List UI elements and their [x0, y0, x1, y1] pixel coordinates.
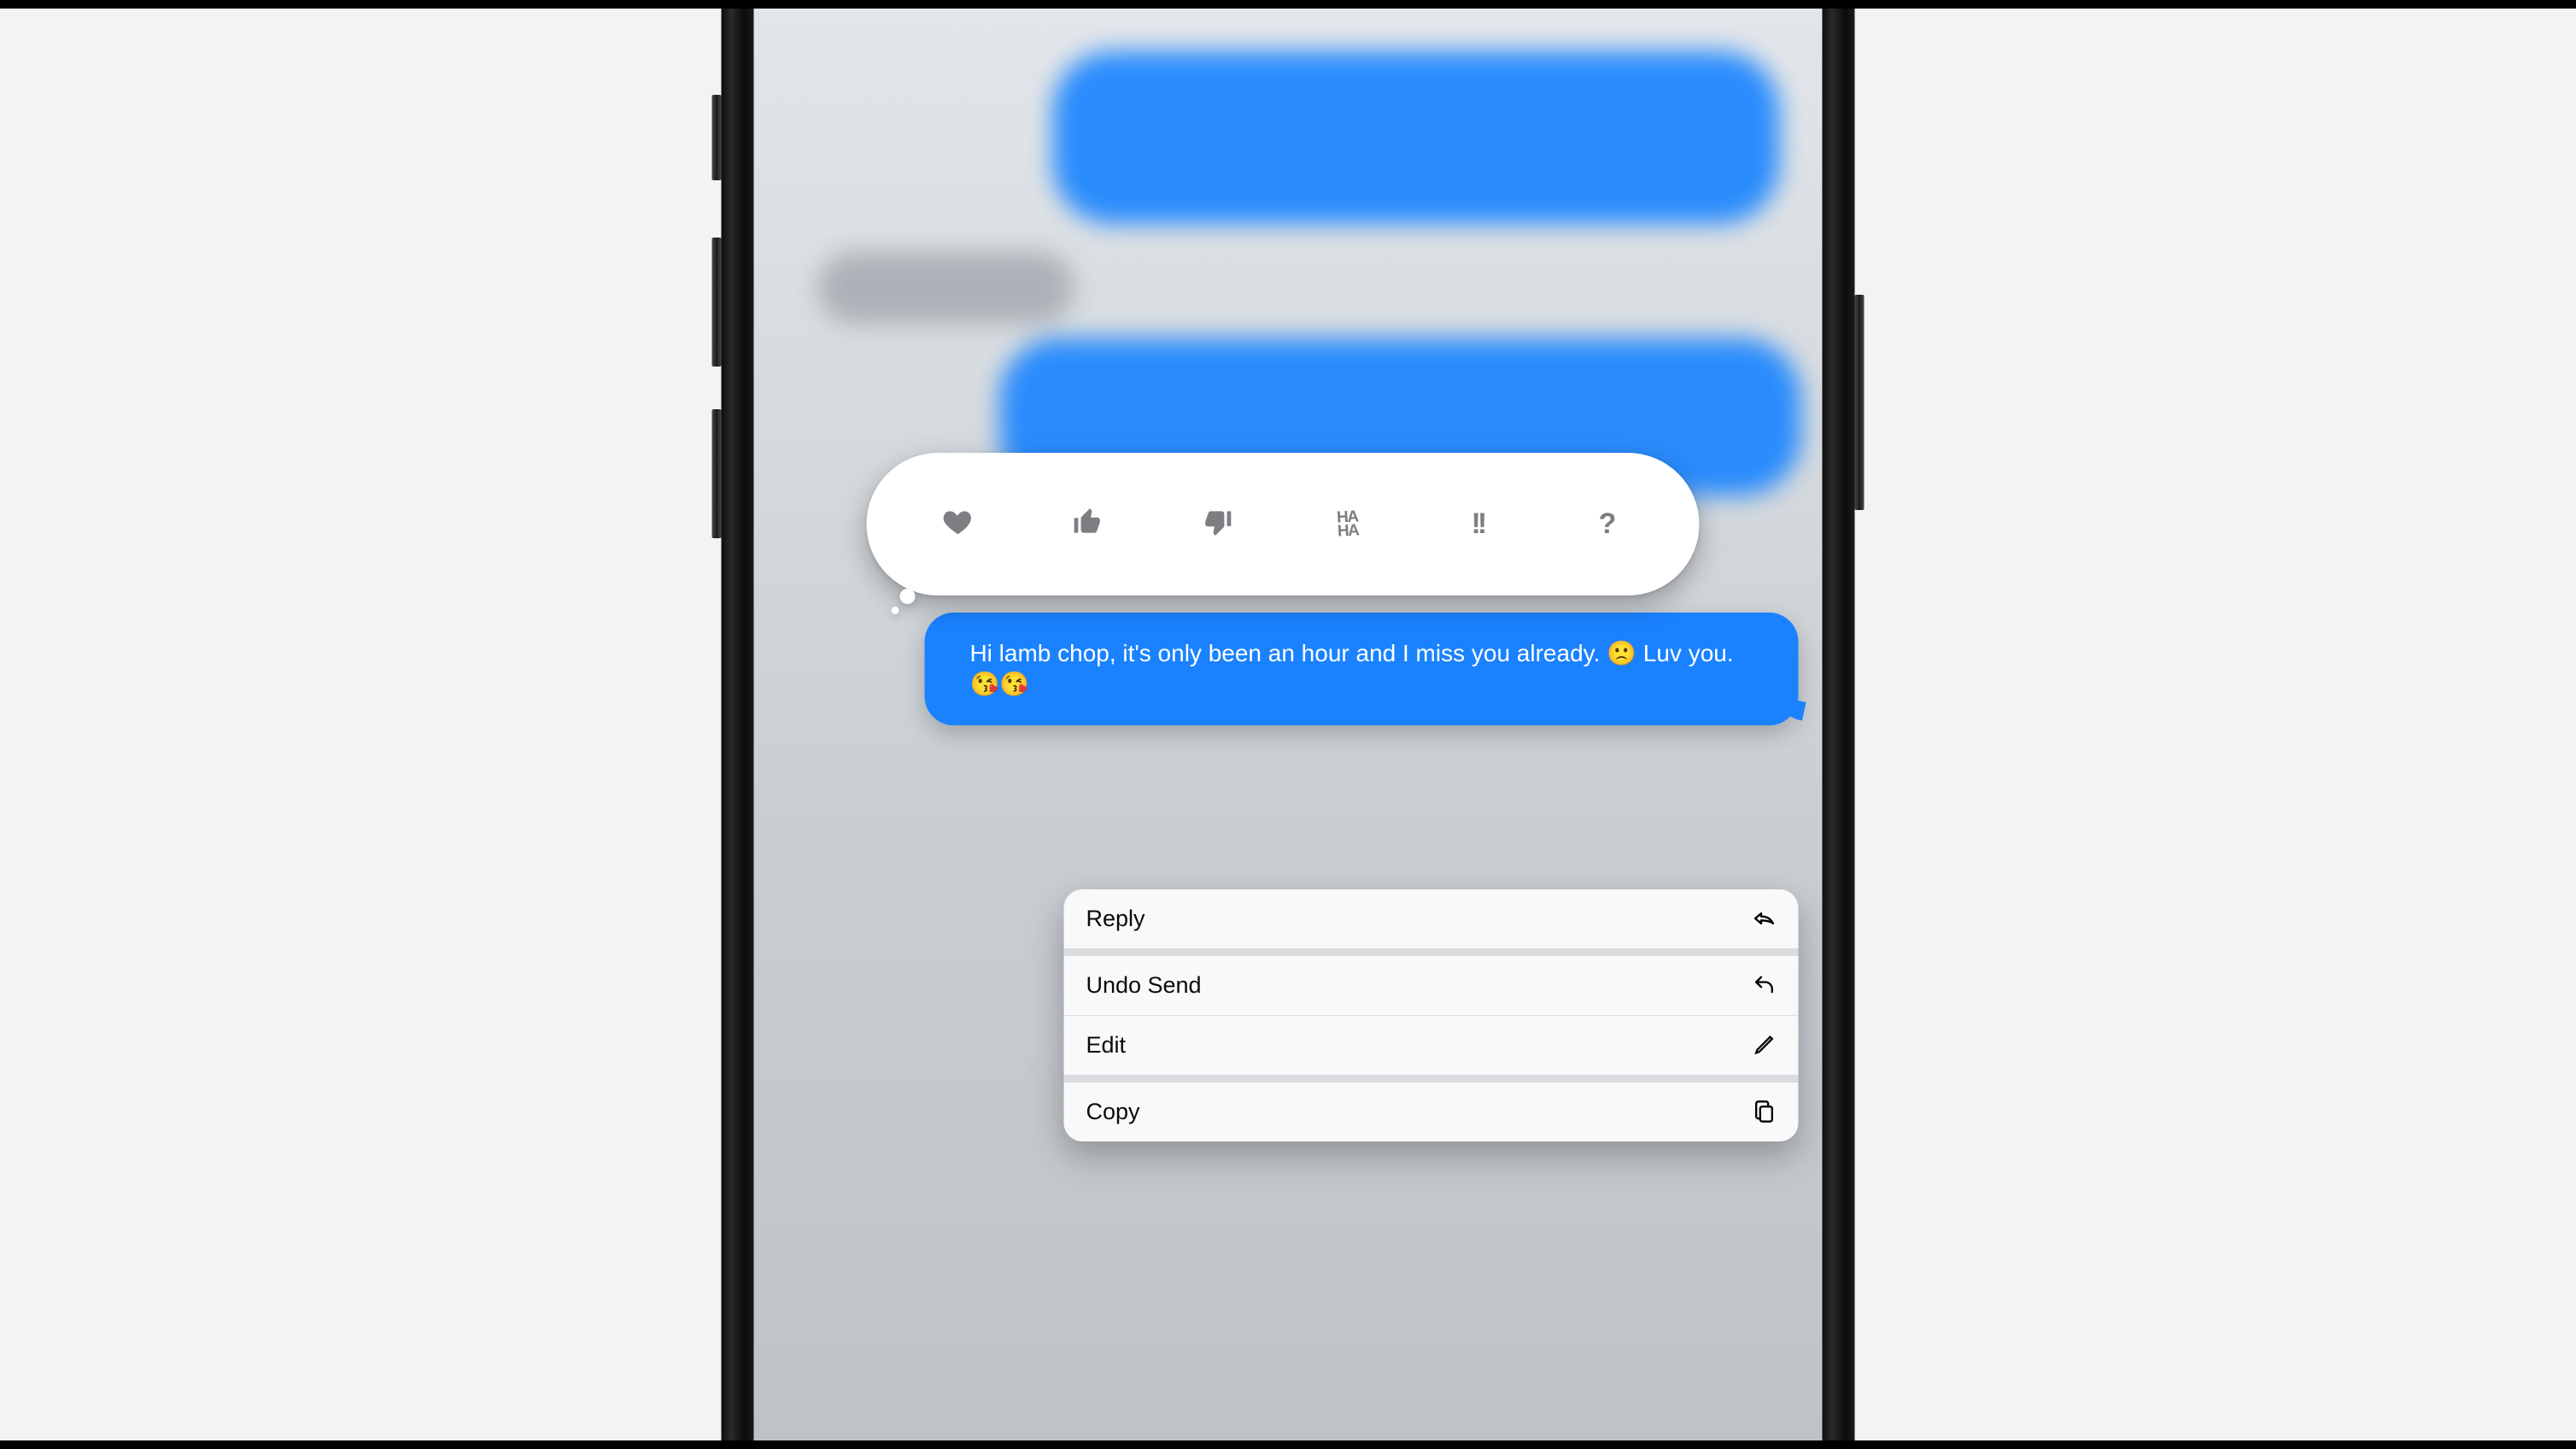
- menu-undo-send[interactable]: Undo Send: [1063, 956, 1798, 1015]
- menu-label: Copy: [1086, 1099, 1139, 1125]
- question-icon: ?: [1599, 507, 1617, 541]
- phone-side-button: [712, 95, 722, 181]
- tapback-question[interactable]: ?: [1543, 507, 1672, 541]
- copy-icon: [1753, 1100, 1777, 1123]
- focused-layer: HA HA !! ? Hi lamb chop, it's only been …: [754, 9, 1822, 1440]
- undo-icon: [1753, 973, 1777, 997]
- phone-side-button: [712, 409, 722, 538]
- menu-label: Edit: [1086, 1032, 1126, 1059]
- menu-reply[interactable]: Reply: [1063, 889, 1798, 948]
- reply-arrow-icon: [1753, 906, 1777, 930]
- haha-icon: HA HA: [1337, 510, 1359, 537]
- phone-side-button: [712, 238, 722, 367]
- context-menu: Reply Undo Send Edit: [1063, 889, 1798, 1141]
- screenshot-stage: HA HA !! ? Hi lamb chop, it's only been …: [0, 0, 2576, 1449]
- tapback-thumbs-up[interactable]: [1023, 506, 1153, 543]
- message-text: Hi lamb chop, it's only been an hour and…: [969, 640, 1733, 697]
- pencil-icon: [1753, 1033, 1777, 1057]
- tapback-bar: HA HA !! ?: [866, 453, 1699, 596]
- selected-message-bubble[interactable]: Hi lamb chop, it's only been an hour and…: [925, 613, 1799, 725]
- phone-bezel: [1821, 9, 1854, 1440]
- phone-side-button: [1855, 295, 1865, 509]
- double-exclaim-icon: !!: [1472, 507, 1484, 541]
- tapback-emphasize[interactable]: !!: [1413, 507, 1543, 541]
- tapback-heart[interactable]: [893, 506, 1022, 543]
- letterbox: [0, 1440, 2576, 1449]
- menu-edit[interactable]: Edit: [1063, 1015, 1798, 1075]
- tapback-haha[interactable]: HA HA: [1283, 511, 1413, 537]
- phone-bezel: [721, 9, 754, 1440]
- menu-label: Undo Send: [1086, 972, 1201, 999]
- phone-frame: HA HA !! ? Hi lamb chop, it's only been …: [721, 9, 1854, 1440]
- thumbs-up-icon: [1072, 506, 1104, 543]
- menu-separator: [1063, 948, 1798, 956]
- letterbox: [0, 0, 2576, 9]
- phone-screen: HA HA !! ? Hi lamb chop, it's only been …: [754, 9, 1822, 1440]
- menu-label: Reply: [1086, 906, 1145, 932]
- menu-copy[interactable]: Copy: [1063, 1082, 1798, 1141]
- tapback-thumbs-down[interactable]: [1153, 506, 1283, 543]
- thumbs-down-icon: [1202, 506, 1234, 543]
- heart-icon: [942, 506, 975, 543]
- menu-separator: [1063, 1075, 1798, 1082]
